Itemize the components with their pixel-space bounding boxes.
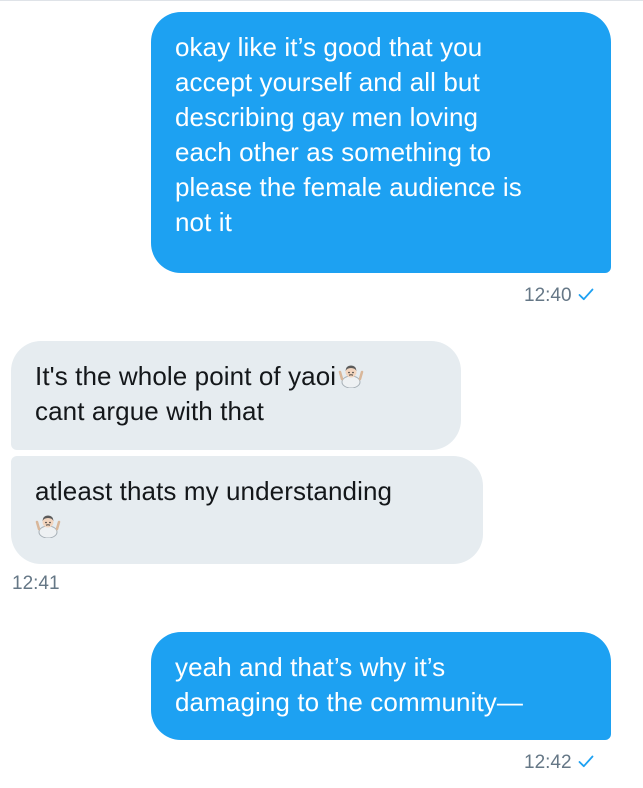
message-timestamp: 12:40 xyxy=(524,285,594,307)
message-bubble-received[interactable]: It's the whole point of yaoi cant argue … xyxy=(11,341,461,450)
timestamp-text: 12:41 xyxy=(12,573,60,594)
checkmark-icon xyxy=(578,288,593,301)
message-text-line: please the female audience is xyxy=(175,172,522,202)
message-text-line: accept yourself and all but xyxy=(175,67,480,97)
timestamp-text: 12:42 xyxy=(524,752,572,773)
message-text-line: damaging to the community— xyxy=(175,687,523,717)
timestamp-text: 12:40 xyxy=(524,285,572,306)
emoji-line xyxy=(35,509,459,544)
conversation[interactable]: okay like it’s good that you accept your… xyxy=(0,0,643,788)
message-text-line: atleast thats my understanding xyxy=(35,476,393,506)
message-text-line: cant argue with that xyxy=(35,396,264,426)
man-shrugging-emoji-icon xyxy=(35,515,61,538)
checkmark-icon xyxy=(578,755,593,768)
message-text-line: yeah and that’s why it’s xyxy=(175,652,446,682)
message-text-line-with-emoji: It's the whole point of yaoi xyxy=(35,359,437,394)
message-text-line: It's the whole point of yaoi xyxy=(35,361,337,391)
man-shrugging-emoji-icon xyxy=(338,365,364,388)
message-text-line: each other as something to xyxy=(175,137,492,167)
message-text-line: not it xyxy=(175,207,232,237)
message-bubble-received[interactable]: atleast thats my understanding xyxy=(11,456,483,564)
message-bubble-sent[interactable]: yeah and that’s why it’s damaging to the… xyxy=(151,632,611,740)
message-timestamp: 12:41 xyxy=(12,573,60,595)
message-text-line: okay like it’s good that you xyxy=(175,32,483,62)
message-bubble-sent[interactable]: okay like it’s good that you accept your… xyxy=(151,12,611,273)
message-text-line: describing gay men loving xyxy=(175,102,479,132)
message-timestamp: 12:42 xyxy=(524,752,594,774)
